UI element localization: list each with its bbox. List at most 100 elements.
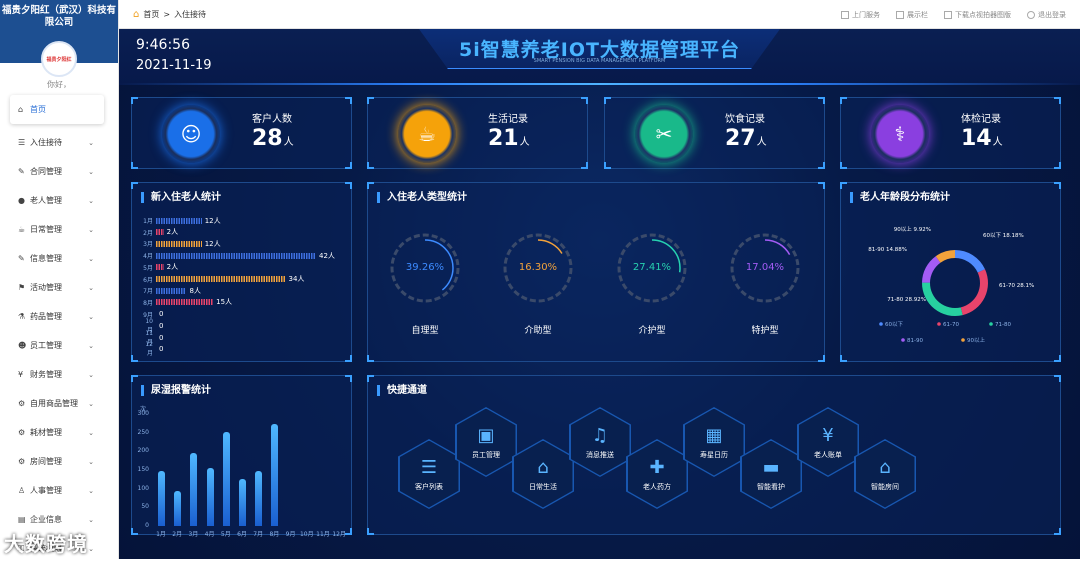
y-tick-label: 150 — [137, 466, 149, 473]
vbar — [271, 424, 279, 526]
house-icon: ⌂ — [879, 456, 891, 478]
chevron-down-icon: ⌄ — [88, 515, 94, 524]
stat-value: 14人 — [961, 126, 1003, 151]
chevron-down-icon: ⌄ — [88, 428, 94, 437]
panel-title: 快捷通道 — [377, 385, 427, 396]
sidebar-item-5[interactable]: ✎ 信息管理 ⌄ — [0, 244, 118, 273]
x-tick-label: 1月 — [156, 531, 166, 538]
sidebar-item-6[interactable]: ⚑ 活动管理 ⌄ — [0, 273, 118, 302]
stat-card: ☺ 客户人数 28人 — [131, 97, 352, 169]
hbar-row: 6月 34人 — [141, 275, 304, 284]
sidebar-item-2[interactable]: ✎ 合同管理 ⌄ — [0, 157, 118, 186]
tool-door-service[interactable]: 上门服务 — [841, 10, 880, 20]
bell-icon: ♫ — [591, 424, 609, 446]
tool-logout[interactable]: 退出登录 — [1027, 10, 1066, 20]
vbar — [158, 470, 165, 526]
stat-number: 27 — [725, 126, 756, 151]
sidebar: 福贵夕阳红（武汉）科技有限公司 福贵夕阳红 你好， ⌂ 首页 ☰ 入住接待 ⌄ ✎ 合同管理… — [0, 0, 119, 559]
hbar-value-label: 12人 — [204, 239, 221, 248]
hbar — [156, 217, 202, 224]
sidebar-menu: ⌂ 首页 ☰ 入住接待 ⌄ ✎ 合同管理 ⌄ ● 老人管理 ⌄ ☕ 日常管理 ⌄ ✎ 信息管理 ⌄ ⚑ 活动管理 ⌄ ⚗… — [0, 95, 118, 563]
ring-value: 17.04% — [745, 262, 785, 273]
fork-knife-icon: ✂ — [655, 122, 673, 146]
vbar — [206, 468, 214, 526]
home-icon[interactable]: ⌂ — [133, 9, 139, 20]
legend-label: 90以上 — [967, 336, 985, 344]
shortcut-list[interactable]: ☰ 客户列表 — [398, 439, 460, 509]
hbar — [156, 276, 286, 282]
hbar-category: 3月 — [143, 241, 153, 249]
sidebar-item-9[interactable]: ¥ 财务管理 ⌄ — [0, 360, 118, 389]
stat-number: 28 — [252, 126, 283, 151]
shortcut-house[interactable]: ⌂ 智能房间 — [854, 439, 916, 509]
shortcut-calendar[interactable]: ▦ 寿星日历 — [683, 407, 745, 477]
x-tick-label: 5月 — [220, 531, 231, 538]
ring-value: 39.26% — [405, 262, 445, 273]
stat-number: 21 — [488, 126, 519, 151]
age-slice — [960, 269, 988, 316]
vbar — [255, 470, 263, 526]
shortcut-basket[interactable]: ⌂ 日常生活 — [512, 439, 574, 509]
sidebar-item-8[interactable]: ☻ 员工管理 ⌄ — [0, 331, 118, 360]
panel-title: 尿湿报警统计 — [141, 385, 211, 396]
tool-display[interactable]: 展示栏 — [896, 10, 928, 20]
age-slice-label: 81-90 14.88% — [868, 247, 907, 253]
type-ring-label: 介护型 — [638, 326, 666, 336]
shortcut-bill[interactable]: ¥ 老人账单 — [797, 407, 859, 477]
gear-icon: ⚙ — [18, 399, 26, 408]
breadcrumb-home[interactable]: 首页 — [143, 9, 159, 20]
x-tick-label: 3月 — [188, 531, 199, 538]
legend-dot — [901, 338, 905, 342]
legend-label: 61-70 — [943, 322, 959, 328]
sidebar-item-4[interactable]: ☕ 日常管理 ⌄ — [0, 215, 118, 244]
chevron-down-icon: ⌄ — [88, 225, 94, 234]
tool-label: 退出登录 — [1038, 10, 1066, 19]
x-tick-label: 11月 — [316, 531, 330, 538]
shortcut-id-badge[interactable]: ▣ 员工管理 — [455, 407, 517, 477]
hbar-row: 8月 15人 — [141, 298, 232, 307]
shortcut-medicine[interactable]: ✚ 老人药方 — [626, 439, 688, 509]
power-icon — [1027, 10, 1035, 19]
hbar-row: 5月 2人 — [141, 263, 178, 272]
chevron-down-icon: ⌄ — [88, 457, 94, 466]
basket-icon: ⌂ — [537, 456, 549, 478]
sidebar-item-11[interactable]: ⚙ 耗材管理 ⌄ — [0, 418, 118, 447]
chevron-down-icon: ⌄ — [88, 544, 94, 553]
tool-download[interactable]: 下载点视拍器图版 — [944, 10, 1011, 20]
shortcut-bed[interactable]: ▬ 智能看护 — [740, 439, 802, 509]
y-tick-label: 300 — [137, 410, 149, 417]
flag-icon: ⚑ — [18, 283, 26, 292]
y-tick-label: 50 — [141, 503, 149, 511]
sidebar-item-0[interactable]: ⌂ 首页 — [10, 95, 104, 124]
sidebar-item-label: 人事管理 — [30, 486, 62, 495]
breadcrumb: ⌂ 首页 > 入住接待 — [133, 9, 206, 20]
hbar-row: 12月 0 — [141, 341, 163, 357]
stat-number: 14 — [961, 126, 992, 151]
sidebar-item-10[interactable]: ⚙ 自用商品管理 ⌄ — [0, 389, 118, 418]
sidebar-item-7[interactable]: ⚗ 药品管理 ⌄ — [0, 302, 118, 331]
vbar — [222, 431, 230, 526]
age-slice-label: 61-70 28.1% — [999, 283, 1034, 289]
stat-label: 饮食记录 — [725, 114, 765, 125]
shortcut-bell[interactable]: ♫ 消息推送 — [569, 407, 631, 477]
type-ring-label: 介助型 — [524, 326, 552, 336]
sidebar-item-3[interactable]: ● 老人管理 ⌄ — [0, 186, 118, 215]
chevron-down-icon: ⌄ — [88, 312, 94, 321]
legend-dot — [937, 322, 941, 326]
breadcrumb-current: 入住接待 — [174, 9, 207, 19]
shortcut-label: 消息推送 — [586, 450, 614, 459]
panel-title: 新入住老人统计 — [141, 192, 221, 203]
sidebar-item-1[interactable]: ☰ 入住接待 ⌄ — [0, 128, 118, 157]
shortcut-inner: ▦ 寿星日历 — [684, 408, 744, 476]
sidebar-item-12[interactable]: ⚙ 房间管理 ⌄ — [0, 447, 118, 476]
panel-title: 入住老人类型统计 — [377, 192, 467, 203]
platform-subtitle: SMART PENSION BIG DATA MANAGEMENT PLATFO… — [533, 58, 666, 64]
chevron-down-icon: ⌄ — [88, 254, 94, 263]
stat-value: 27人 — [725, 126, 767, 151]
legend-dot — [961, 338, 965, 342]
flask-icon: ⚗ — [18, 312, 26, 321]
edit-icon: ✎ — [18, 254, 25, 263]
door-icon — [841, 10, 849, 19]
sidebar-item-13[interactable]: ♙ 人事管理 ⌄ — [0, 476, 118, 505]
shortcut-label: 员工管理 — [472, 450, 500, 459]
